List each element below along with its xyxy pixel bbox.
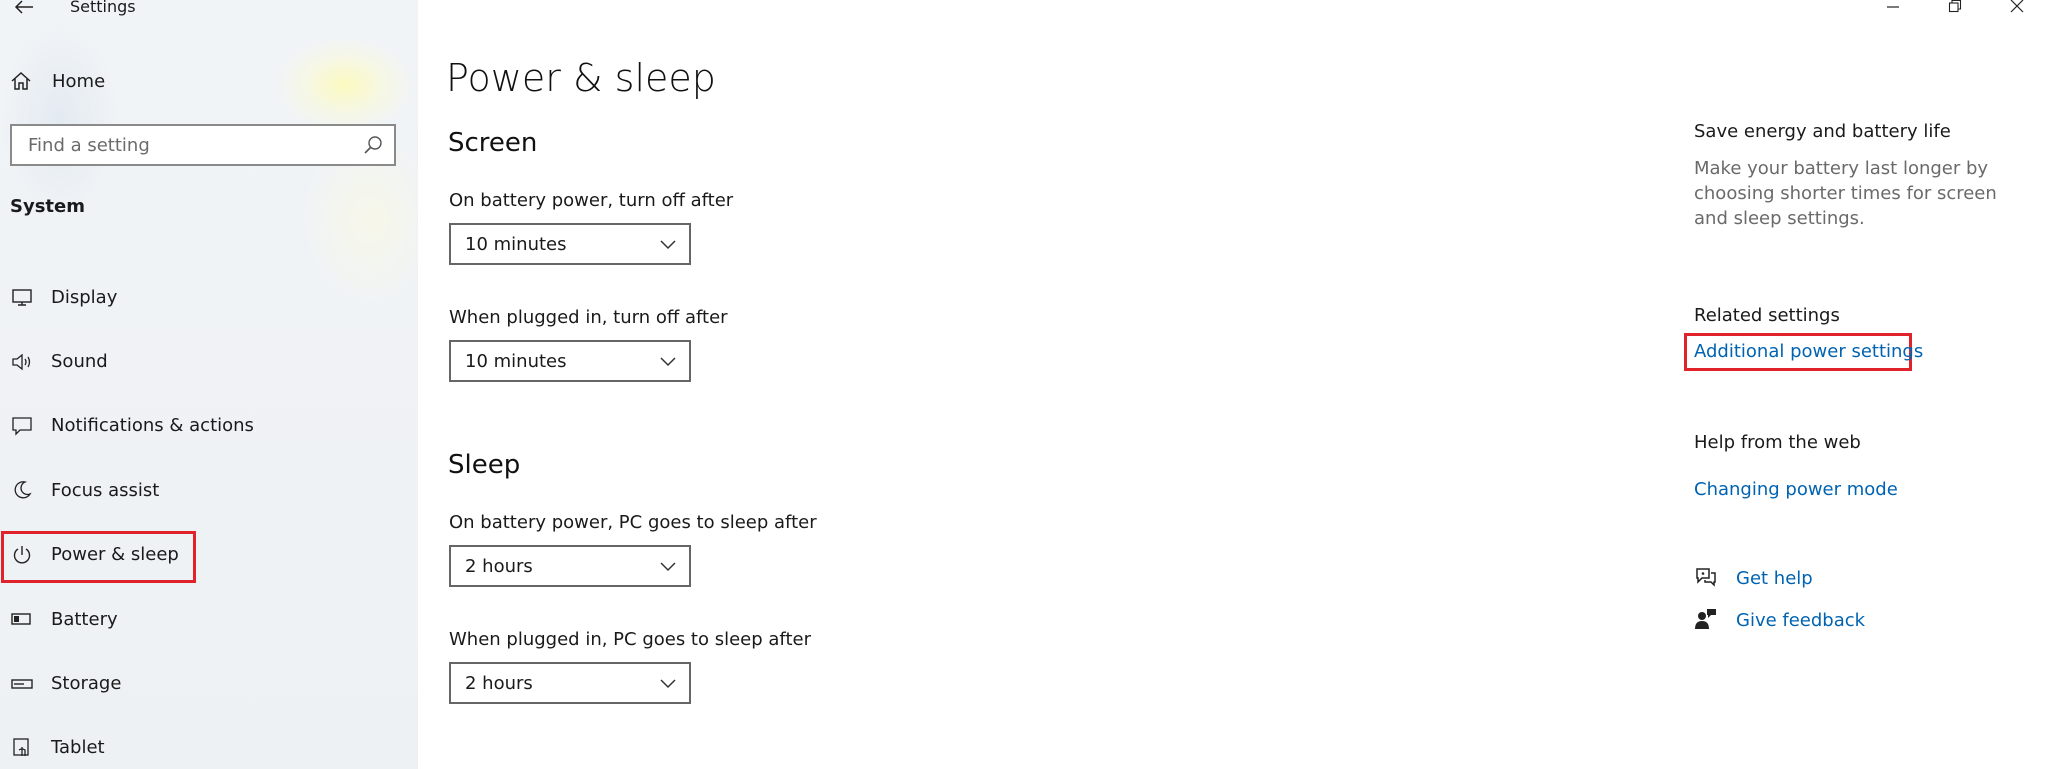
sidebar-item-storage[interactable]: Storage (0, 651, 418, 715)
sidebar-item-label: Battery (51, 608, 118, 630)
sidebar-section-system: System (10, 196, 85, 217)
search-icon[interactable] (362, 134, 384, 156)
sleep-plugged-label: When plugged in, PC goes to sleep after (449, 629, 811, 650)
minimize-button[interactable] (1862, 0, 1924, 20)
sidebar-item-label: Notifications & actions (51, 415, 254, 437)
sidebar-item-label: Tablet (51, 737, 105, 759)
sidebar-item-label: Storage (51, 673, 122, 695)
moon-icon (10, 478, 34, 502)
sidebar: Settings Home System Display (0, 0, 418, 769)
sidebar-item-notifications[interactable]: Notifications & actions (0, 394, 418, 458)
get-help-link[interactable]: Get help (1736, 568, 1813, 589)
speaker-icon (10, 350, 34, 374)
sidebar-item-battery[interactable]: Battery (0, 587, 418, 651)
sidebar-home[interactable]: Home (8, 66, 105, 96)
sidebar-backdrop-glow (0, 20, 120, 220)
sleep-battery-label: On battery power, PC goes to sleep after (449, 512, 817, 533)
sidebar-backdrop-glow (280, 40, 410, 130)
dropdown-value: 10 minutes (465, 233, 567, 255)
page-title: Power & sleep (446, 56, 716, 100)
sidebar-item-focus-assist[interactable]: Focus assist (0, 458, 418, 522)
home-icon (8, 68, 34, 94)
save-energy-description: Make your battery last longer by choosin… (1694, 158, 1997, 229)
sidebar-item-sound[interactable]: Sound (0, 329, 418, 393)
storage-icon (10, 672, 34, 696)
sidebar-item-label: Display (51, 286, 118, 308)
screen-plugged-dropdown[interactable]: 10 minutes (449, 340, 691, 382)
help-from-web-heading: Help from the web (1694, 432, 1861, 453)
changing-power-mode-link[interactable]: Changing power mode (1694, 479, 1898, 500)
restore-icon (1948, 0, 1962, 17)
chevron-down-icon (659, 351, 677, 372)
sidebar-item-display[interactable]: Display (0, 265, 418, 329)
give-feedback-link[interactable]: Give feedback (1736, 610, 1865, 631)
get-help-icon (1694, 565, 1718, 589)
screen-battery-dropdown[interactable]: 10 minutes (449, 223, 691, 265)
search-box[interactable] (10, 124, 396, 166)
chevron-down-icon (659, 234, 677, 255)
sleep-battery-dropdown[interactable]: 2 hours (449, 545, 691, 587)
additional-power-settings-link[interactable]: Additional power settings (1694, 341, 1923, 362)
screen-heading: Screen (448, 128, 538, 158)
dropdown-value: 2 hours (465, 672, 533, 694)
battery-icon (10, 607, 34, 631)
settings-window: Settings Home System Display (0, 0, 2048, 769)
search-input[interactable] (26, 133, 362, 157)
minimize-icon (1886, 0, 1900, 17)
sidebar-home-label: Home (52, 70, 106, 92)
related-settings-heading: Related settings (1694, 305, 1840, 326)
window-title: Settings (70, 0, 136, 16)
monitor-icon (10, 285, 34, 309)
restore-button[interactable] (1924, 0, 1986, 20)
sidebar-item-power-sleep[interactable]: Power & sleep (0, 523, 418, 587)
close-icon (2010, 0, 2024, 17)
window-controls (1862, 0, 2048, 20)
sleep-heading: Sleep (448, 450, 521, 480)
feedback-icon (1694, 607, 1718, 631)
sleep-plugged-dropdown[interactable]: 2 hours (449, 662, 691, 704)
tablet-icon (10, 736, 34, 760)
dropdown-value: 2 hours (465, 555, 533, 577)
sidebar-item-tablet[interactable]: Tablet (0, 716, 418, 769)
back-arrow-icon (14, 0, 34, 18)
sidebar-nav-list: Display Sound Notifications & actions Fo… (0, 265, 418, 769)
notification-icon (10, 414, 34, 438)
back-button[interactable] (10, 0, 38, 18)
sidebar-item-label: Sound (51, 351, 108, 373)
screen-battery-label: On battery power, turn off after (449, 190, 734, 211)
chevron-down-icon (659, 556, 677, 577)
close-button[interactable] (1986, 0, 2048, 20)
sidebar-item-label: Focus assist (51, 479, 160, 501)
dropdown-value: 10 minutes (465, 350, 567, 372)
save-energy-heading: Save energy and battery life (1694, 121, 1951, 142)
screen-plugged-label: When plugged in, turn off after (449, 307, 728, 328)
chevron-down-icon (659, 673, 677, 694)
highlight-box (1, 530, 196, 583)
